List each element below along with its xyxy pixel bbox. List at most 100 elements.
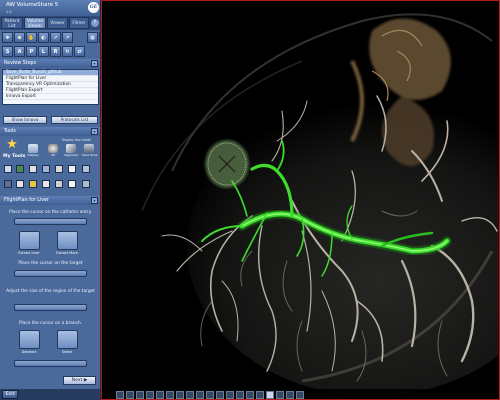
- export-icon[interactable]: [82, 180, 90, 188]
- branch-button[interactable]: [14, 360, 87, 367]
- tools-area: Display tool mode ★ My Tools Display 3D …: [2, 138, 99, 196]
- lasso-icon[interactable]: [42, 165, 50, 173]
- collapse-icon[interactable]: ▾: [91, 128, 98, 135]
- deselect-label: Deselect: [21, 350, 37, 354]
- segment-tool-label: Segment: [64, 153, 78, 157]
- fullscreen-icon[interactable]: [296, 391, 304, 399]
- select-button[interactable]: [57, 330, 78, 349]
- lighting-icon[interactable]: [216, 391, 224, 399]
- orientation-right-button[interactable]: R: [50, 46, 61, 57]
- orientation-posterior-button[interactable]: P: [26, 46, 37, 57]
- sphere-icon[interactable]: [68, 165, 76, 173]
- review-steps-list: Save_State_Bunch_github FlightPlan for L…: [2, 69, 99, 105]
- flip-icon[interactable]: ⇄: [74, 46, 85, 57]
- annotation-icon[interactable]: [226, 391, 234, 399]
- opacity-icon[interactable]: [206, 391, 214, 399]
- tag-icon[interactable]: [55, 180, 63, 188]
- help-icon[interactable]: ?: [91, 19, 99, 27]
- my-tools-label: My Tools: [3, 154, 26, 159]
- extract-more-label: Extract More: [56, 251, 78, 255]
- clip-view-icon[interactable]: [166, 391, 174, 399]
- flightplan-step3-text: Adjust the size of the region of the tar…: [6, 289, 95, 294]
- app-title: AW VolumeShare 5: [6, 2, 59, 8]
- extract-liver-button[interactable]: [19, 231, 40, 250]
- zoom-icon[interactable]: ⊕: [14, 32, 25, 43]
- vessel-volume-rendering[interactable]: [102, 1, 500, 399]
- ruler-icon[interactable]: [16, 180, 24, 188]
- review-steps-header[interactable]: Review Steps ▾: [0, 59, 100, 68]
- review-step-item[interactable]: Innova Export: [3, 94, 98, 100]
- flightplan-step2-text: Place the cursor on the target: [18, 261, 83, 266]
- tab-viewer[interactable]: Viewer: [47, 17, 68, 29]
- anatomy-silhouette: [187, 96, 499, 396]
- flightplan-step1-text: Place the cursor on the catheter entry.: [9, 210, 92, 215]
- layout-icon[interactable]: ▦: [87, 32, 98, 43]
- catheter-entry-button[interactable]: [14, 218, 87, 225]
- slab-view-icon[interactable]: [186, 391, 194, 399]
- protocols-list-button[interactable]: Protocols List: [51, 116, 98, 124]
- navigate-icon[interactable]: ✥: [2, 32, 13, 43]
- extract-liver-label: Extract Liver: [18, 251, 40, 255]
- active-mode-icon[interactable]: [266, 391, 274, 399]
- window-view-icon[interactable]: [156, 391, 164, 399]
- flightplan-header[interactable]: FlightPlan for Liver ▾: [0, 196, 100, 205]
- review-steps-title: Review Steps: [4, 61, 37, 66]
- measure-icon[interactable]: ↗: [62, 32, 73, 43]
- settings-view-icon[interactable]: [286, 391, 294, 399]
- tools-mode-label: Display tool mode: [62, 138, 91, 142]
- pointer-icon[interactable]: ➚: [50, 32, 61, 43]
- tool-row-1: ✥ ⊕ ✋ ◐ ➚ ↗ ▦ ▣: [2, 32, 100, 44]
- next-button[interactable]: Next ▶: [63, 376, 96, 385]
- deselect-button[interactable]: [19, 330, 40, 349]
- pan-icon[interactable]: ✋: [26, 32, 37, 43]
- segment-tool-button[interactable]: Segment: [64, 144, 78, 158]
- pencil-icon[interactable]: [42, 180, 50, 188]
- tab-volume-viewer[interactable]: Volume Viewer: [24, 17, 46, 29]
- measure-view-icon[interactable]: [236, 391, 244, 399]
- star-icon[interactable]: ★: [4, 138, 20, 152]
- grid-icon[interactable]: [4, 165, 12, 173]
- display-icon: [28, 144, 38, 153]
- orientation-anterior-button[interactable]: A: [14, 46, 25, 57]
- rotate-view-icon[interactable]: [126, 391, 134, 399]
- flightplan-title: FlightPlan for Liver: [4, 198, 50, 203]
- color-map-icon[interactable]: [196, 391, 204, 399]
- region-size-slider[interactable]: [14, 304, 87, 311]
- collapse-icon[interactable]: ▾: [91, 60, 98, 67]
- export-view-icon[interactable]: [276, 391, 284, 399]
- movie-icon[interactable]: [256, 391, 264, 399]
- zoom-view-icon[interactable]: [136, 391, 144, 399]
- tools-header[interactable]: Tools ▾: [0, 127, 100, 136]
- show-innova-button[interactable]: Show Innova: [3, 116, 47, 124]
- film-icon[interactable]: [4, 180, 12, 188]
- target-button[interactable]: [14, 270, 87, 277]
- extract-more-button[interactable]: [57, 231, 78, 250]
- scissors-icon[interactable]: [29, 165, 37, 173]
- slice-tools-button[interactable]: Slice Tools: [82, 144, 97, 158]
- folder-icon[interactable]: [29, 180, 37, 188]
- collapse-icon[interactable]: ▾: [91, 197, 98, 204]
- 3d-volume-viewport[interactable]: [101, 0, 500, 400]
- green-box-icon[interactable]: [16, 165, 24, 173]
- orientation-left-button[interactable]: L: [38, 46, 49, 57]
- tab-patient-list[interactable]: Patient List: [1, 17, 23, 29]
- tab-volume-viewer-label: Volume Viewer: [27, 19, 43, 29]
- 3d-tool-button[interactable]: 3D: [46, 144, 60, 158]
- window-level-icon[interactable]: ◐: [38, 32, 49, 43]
- next-label: Next: [71, 378, 83, 383]
- segment-icon: [66, 144, 76, 153]
- crop-view-icon[interactable]: [176, 391, 184, 399]
- tool-row-2: S A P L R ↻ ⇄: [2, 46, 85, 58]
- eraser-icon[interactable]: [55, 165, 63, 173]
- exit-button[interactable]: Exit: [2, 390, 18, 399]
- pan-view-icon[interactable]: [146, 391, 154, 399]
- camera-icon[interactable]: [68, 180, 76, 188]
- table-icon[interactable]: [82, 165, 90, 173]
- reset-view-icon[interactable]: [116, 391, 124, 399]
- tab-filmer[interactable]: Filmer: [69, 17, 89, 29]
- display-tool-button[interactable]: Display: [26, 144, 40, 158]
- flightplan-panel: Place the cursor on the catheter entry. …: [2, 205, 99, 375]
- snapshot-icon[interactable]: [246, 391, 254, 399]
- rotate-icon[interactable]: ↻: [62, 46, 73, 57]
- orientation-superior-button[interactable]: S: [2, 46, 13, 57]
